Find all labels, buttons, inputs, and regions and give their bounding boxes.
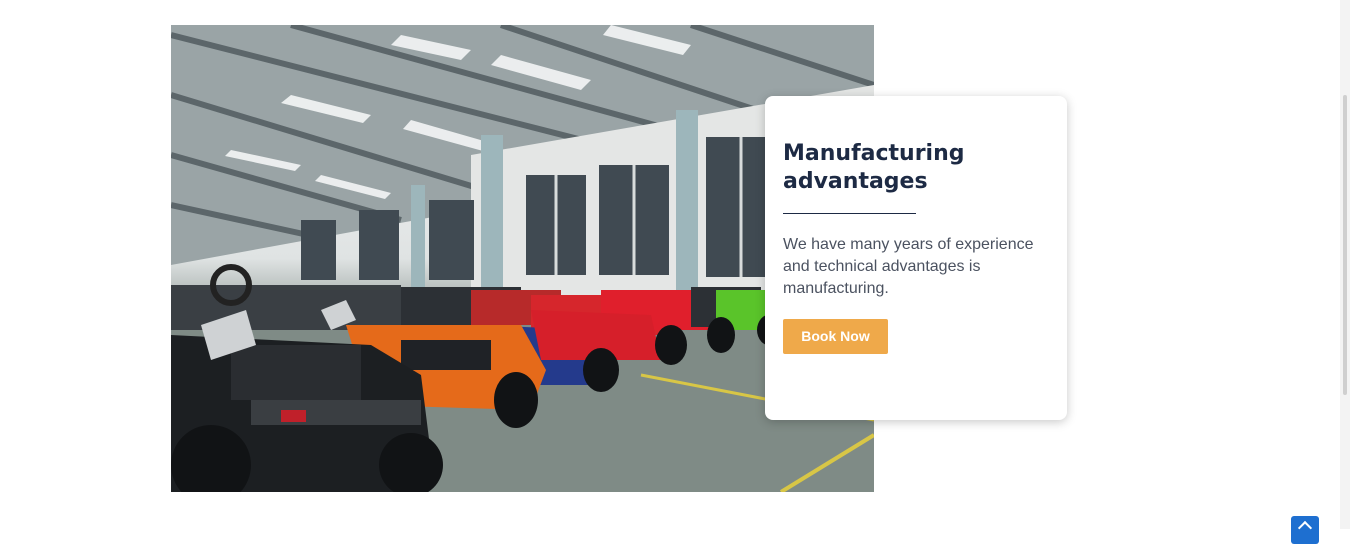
feature-description: We have many years of experience and tec…	[783, 236, 1034, 297]
feature-card: Manufacturing advantages We have many ye…	[765, 96, 1067, 420]
scrollbar-thumb[interactable]	[1343, 95, 1347, 395]
feature-title: Manufacturing advantages	[783, 141, 965, 194]
book-now-button[interactable]: Book Now	[783, 319, 888, 354]
page-scrollbar[interactable]	[1340, 0, 1350, 529]
chevron-up-icon	[1297, 520, 1313, 536]
back-to-top-button[interactable]	[1291, 516, 1319, 544]
title-divider	[783, 213, 916, 214]
